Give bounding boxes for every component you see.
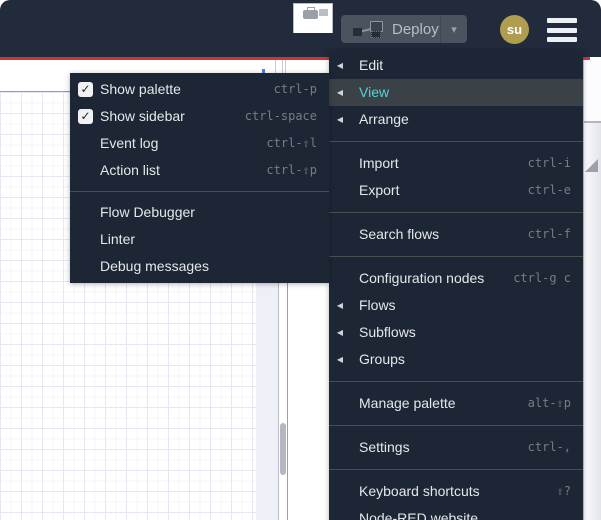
main-dropdown-menu: ◀ Edit ◀ View ◀ Arrange Import ctrl-i Export ctrl… — [329, 50, 583, 520]
menu-item-flow-debugger[interactable]: Flow Debugger — [70, 199, 329, 226]
user-avatar[interactable]: su — [500, 15, 529, 44]
submenu-arrow-icon: ◀ — [336, 115, 344, 124]
menu-item-view[interactable]: ◀ View — [329, 79, 583, 106]
view-submenu: ✓ Show palette ctrl-p ✓ Show sidebar ctrl-spa… — [70, 73, 329, 283]
menu-separator — [70, 191, 329, 192]
menu-item-subflows[interactable]: ◀ Subflows — [329, 319, 583, 346]
menu-item-shortcut: ctrl-g c — [513, 271, 571, 285]
hamburger-bar — [547, 37, 577, 42]
deploy-options-caret[interactable]: ▾ — [440, 15, 467, 43]
menu-item-event-log[interactable]: Event log ctrl-⇧l — [70, 130, 329, 157]
menu-item-label: Settings — [359, 439, 410, 455]
checkbox-checked-icon[interactable]: ✓ — [78, 82, 93, 97]
menu-item-label: Search flows — [359, 226, 440, 242]
submenu-arrow-icon: ◀ — [336, 328, 344, 337]
hamburger-bar — [547, 18, 577, 23]
menu-item-label: Import — [359, 155, 399, 171]
submenu-arrow-icon: ◀ — [336, 88, 344, 97]
menu-item-label: Linter — [100, 231, 136, 247]
submenu-arrow-icon: ◀ — [336, 61, 344, 70]
menu-item-show-sidebar[interactable]: ✓ Show sidebar ctrl-space — [70, 103, 329, 130]
page-scrollbar-thumb[interactable] — [584, 60, 601, 123]
menu-item-label: Event log — [100, 135, 159, 151]
menu-item-configuration-nodes[interactable]: Configuration nodes ctrl-g c — [329, 265, 583, 292]
menu-item-shortcut: ctrl-⇧p — [266, 163, 317, 177]
menu-item-shortcut: alt-⇧p — [527, 396, 571, 410]
menu-item-search-flows[interactable]: Search flows ctrl-f — [329, 221, 583, 248]
menu-item-shortcut: ctrl-space — [244, 109, 317, 123]
menu-item-node-red-website[interactable]: Node-RED website — [329, 505, 583, 520]
menu-item-edit[interactable]: ◀ Edit — [329, 52, 583, 79]
workspace-tab[interactable] — [293, 3, 333, 33]
resize-grip-icon — [585, 159, 598, 172]
menu-item-arrange[interactable]: ◀ Arrange — [329, 106, 583, 133]
menu-item-shortcut: ctrl-p — [273, 82, 317, 96]
canvas-scrollbar-thumb[interactable] — [280, 423, 286, 475]
menu-item-settings[interactable]: Settings ctrl-, — [329, 434, 583, 461]
flow-icon — [303, 7, 318, 19]
menu-item-label: Export — [359, 182, 400, 198]
menu-item-action-list[interactable]: Action list ctrl-⇧p — [70, 157, 329, 184]
menu-item-shortcut: ctrl-f — [527, 227, 571, 241]
menu-item-label: Keyboard shortcuts — [359, 483, 480, 499]
menu-item-shortcut: ctrl-, — [527, 440, 571, 454]
main-menu-button[interactable] — [547, 18, 577, 42]
menu-item-shortcut: ctrl-⇧l — [266, 136, 317, 150]
menu-item-label: Show palette — [100, 81, 181, 97]
menu-item-linter[interactable]: Linter — [70, 226, 329, 253]
menu-item-keyboard-shortcuts[interactable]: Keyboard shortcuts ⇧? — [329, 478, 583, 505]
hamburger-bar — [547, 27, 577, 33]
menu-item-label: Flows — [359, 297, 396, 313]
menu-item-show-palette[interactable]: ✓ Show palette ctrl-p — [70, 76, 329, 103]
menu-item-import[interactable]: Import ctrl-i — [329, 150, 583, 177]
tab-label-fragment — [319, 9, 328, 16]
menu-item-label: Show sidebar — [100, 108, 185, 124]
menu-separator — [329, 425, 583, 426]
menu-separator — [329, 469, 583, 470]
deploy-nodes-icon — [353, 21, 383, 38]
menu-separator — [329, 141, 583, 142]
menu-separator — [329, 256, 583, 257]
menu-separator — [329, 212, 583, 213]
submenu-arrow-icon: ◀ — [336, 355, 344, 364]
menu-item-shortcut: ⇧? — [556, 484, 571, 498]
menu-item-shortcut: ctrl-e — [527, 183, 571, 197]
menu-item-groups[interactable]: ◀ Groups — [329, 346, 583, 373]
menu-item-label: Arrange — [359, 111, 409, 127]
page-scrollbar-track[interactable] — [583, 60, 601, 520]
submenu-arrow-icon: ◀ — [336, 301, 344, 310]
menu-item-label: Manage palette — [359, 395, 456, 411]
checkbox-checked-icon[interactable]: ✓ — [78, 109, 93, 124]
menu-item-label: View — [359, 84, 390, 100]
menu-separator — [329, 381, 583, 382]
menu-item-label: Debug messages — [100, 258, 209, 274]
menu-item-manage-palette[interactable]: Manage palette alt-⇧p — [329, 390, 583, 417]
menu-item-export[interactable]: Export ctrl-e — [329, 177, 583, 204]
menu-item-label: Edit — [359, 57, 384, 73]
menu-item-label: Groups — [359, 351, 405, 367]
menu-item-label: Node-RED website — [359, 510, 479, 520]
deploy-button-label: Deploy — [392, 20, 439, 38]
menu-item-label: Configuration nodes — [359, 270, 485, 286]
menu-item-flows[interactable]: ◀ Flows — [329, 292, 583, 319]
menu-item-label: Subflows — [359, 324, 416, 340]
menu-item-debug-messages[interactable]: Debug messages — [70, 253, 329, 280]
menu-item-label: Action list — [100, 162, 160, 178]
deploy-button[interactable]: Deploy ▾ — [341, 15, 467, 43]
node-red-editor: Deploy ▾ su ◀ Edit ◀ View ◀ Arrange Import ctrl… — [0, 0, 601, 520]
menu-item-label: Flow Debugger — [100, 204, 195, 220]
menu-item-shortcut: ctrl-i — [527, 156, 571, 170]
